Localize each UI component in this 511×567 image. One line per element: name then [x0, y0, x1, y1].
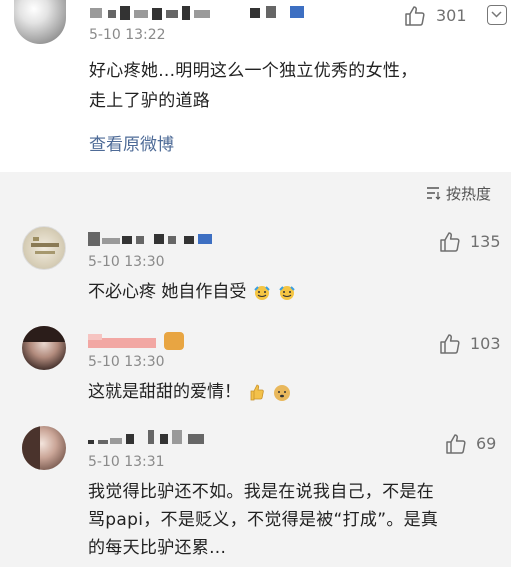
post-text-line2: 走上了驴的道路 [89, 91, 211, 111]
comment-text-line3: 的每天比驴还累... [88, 538, 227, 558]
comment-item: 5-10 13:30 不必心疼 她自作自受 135 [0, 212, 511, 318]
sort-label: 按热度 [446, 185, 492, 203]
avatar[interactable] [22, 326, 66, 370]
avatar[interactable] [22, 426, 66, 470]
like-button[interactable]: 69 [444, 432, 506, 456]
thumbs-up-emoji-icon [251, 384, 265, 401]
avatar[interactable] [14, 0, 66, 44]
like-count: 69 [476, 434, 497, 453]
thumbs-up-icon [446, 434, 466, 454]
like-count: 301 [436, 6, 467, 25]
sort-icon [427, 187, 441, 200]
chevron-down-icon [491, 11, 502, 18]
smile-emoji-icon [279, 286, 295, 300]
comments-list: 5-10 13:30 不必心疼 她自作自受 135 5-10 13:30 这就是… [0, 212, 511, 567]
comment-time: 5-10 13:31 [88, 454, 165, 470]
original-post: 5-10 13:22 好心疼她...明明这么一个独立优秀的女性， 走上了驴的道路… [0, 0, 511, 172]
doge-emoji-icon [273, 385, 290, 401]
comment-text: 这就是甜甜的爱情！ [88, 378, 292, 406]
comment-time: 5-10 13:30 [88, 254, 165, 270]
thumbs-up-icon [440, 232, 460, 252]
comment-text-content: 这就是甜甜的爱情！ [88, 382, 241, 402]
username-pixelated[interactable] [90, 4, 320, 20]
comment-text: 不必心疼 她自作自受 [88, 278, 297, 306]
comment-text-line1: 我觉得比驴还不如。我是在说我自己，不是在 [88, 482, 434, 502]
thumbs-up-icon [405, 6, 425, 26]
comment-text-content: 不必心疼 她自作自受 [88, 282, 247, 302]
username-pixelated[interactable] [88, 230, 218, 246]
comment-item: 5-10 13:31 我觉得比驴还不如。我是在说我自己，不是在 骂papi，不是… [0, 418, 511, 567]
thumbs-up-icon [440, 334, 460, 354]
sort-bar: 按热度 [0, 172, 511, 212]
smile-emoji-icon [254, 286, 270, 300]
like-button[interactable]: 301 [403, 3, 473, 29]
username-pixelated[interactable] [88, 428, 218, 448]
comment-item: 5-10 13:30 这就是甜甜的爱情！ 103 [0, 318, 511, 418]
post-time: 5-10 13:22 [89, 27, 166, 43]
post-text-line1: 好心疼她...明明这么一个独立优秀的女性， [89, 61, 418, 81]
username-pixelated[interactable] [88, 330, 188, 350]
comment-time: 5-10 13:30 [88, 354, 165, 370]
like-count: 135 [470, 232, 501, 251]
view-original-link[interactable]: 查看原微博 [89, 130, 174, 155]
like-button[interactable]: 103 [438, 332, 504, 356]
more-options-button[interactable] [487, 5, 507, 25]
like-button[interactable]: 135 [438, 230, 504, 254]
avatar[interactable] [22, 226, 66, 270]
comment-text-line2: 骂papi，不是贬义，不觉得是被“打成”。是真 [88, 510, 439, 530]
like-count: 103 [470, 334, 501, 353]
sort-by-hot-button[interactable]: 按热度 [426, 182, 506, 204]
